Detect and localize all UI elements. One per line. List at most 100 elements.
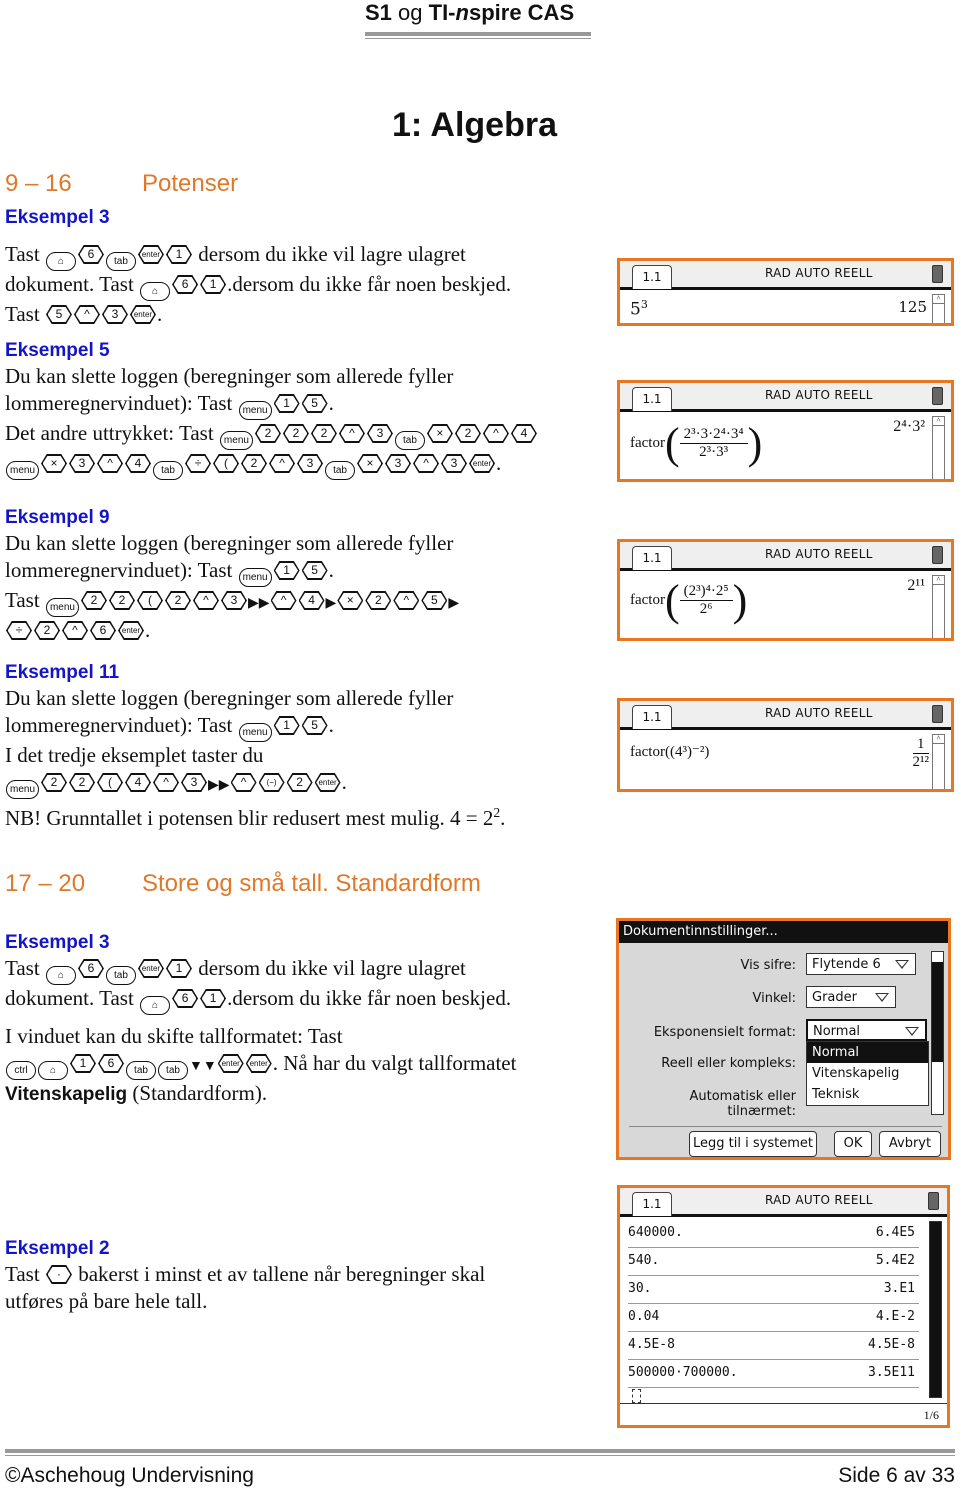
right-arrow-icon: ▶: [208, 778, 219, 793]
section-number: 17 – 20: [5, 870, 86, 897]
enter-key-icon: enter: [245, 1054, 272, 1073]
battery-icon: [932, 705, 943, 723]
key-3-icon: 3: [220, 591, 247, 610]
option-teknisk[interactable]: Teknisk: [807, 1084, 928, 1105]
text: I det tredje eksemplet taster du: [5, 743, 264, 767]
automatisk-label: Automatisk eller tilnærmet:: [689, 1089, 796, 1119]
page-tab[interactable]: 1.1: [632, 546, 672, 570]
history-row[interactable]: 30. 3.E1: [628, 1275, 919, 1304]
vinkel-select[interactable]: Grader: [806, 986, 896, 1008]
key-4-icon: 4: [510, 424, 537, 443]
power-key-icon: ^: [393, 591, 420, 610]
scrollbar[interactable]: ^: [932, 734, 945, 789]
key-6-icon: 6: [77, 245, 104, 264]
multiply-key-icon: ×: [426, 424, 453, 443]
example-heading: Eksempel 2: [5, 1238, 110, 1259]
mode-status: RAD AUTO REELL: [765, 706, 873, 720]
text: .: [500, 806, 506, 830]
chapter-title: 1: Algebra: [392, 106, 558, 144]
dialog-title: Dokumentinnstillinger...: [619, 921, 948, 943]
text: lommeregnervinduet): Tast: [5, 713, 233, 737]
eksponensielt-select[interactable]: Normal: [806, 1019, 927, 1041]
paragraph: Tast · bakerst i minst et av tallene når…: [5, 1261, 485, 1315]
entry-result: 1 2¹²: [912, 736, 930, 770]
history-result: 4.E-2: [875, 1309, 915, 1324]
text: .: [496, 451, 502, 475]
power-key-icon: ^: [192, 591, 219, 610]
key-5-icon: 5: [301, 716, 328, 735]
text: Du kan slette loggen (beregninger som al…: [5, 686, 454, 710]
history-row[interactable]: 540. 5.4E2: [628, 1247, 919, 1276]
calculator-screen: 1.1 RAD AUTO REELL 1/6 640000. 6.4E5 540. 5.…: [617, 1185, 950, 1428]
key-5-icon: 5: [301, 561, 328, 580]
calculator-screen: 1.1 RAD AUTO REELL factor((2³)⁴·2⁵ 2⁶) 2¹¹…: [617, 539, 954, 641]
entry-line-cursor[interactable]: [632, 1389, 641, 1403]
key-6-icon: 6: [90, 621, 116, 640]
text: Tast: [5, 1262, 40, 1286]
menu-key-icon: menu: [238, 568, 272, 587]
key-6-icon: 6: [172, 275, 199, 294]
header-ti: TI-: [428, 0, 456, 25]
key-2-icon: 2: [365, 591, 392, 610]
ok-button[interactable]: OK: [834, 1131, 872, 1157]
add-to-system-button[interactable]: Legg til i systemet: [689, 1131, 817, 1157]
page-tab[interactable]: 1.1: [632, 705, 672, 729]
power-key-icon: ^: [269, 454, 296, 473]
scrollbar[interactable]: [929, 1221, 942, 1398]
entry-input: factor(2³·3·2⁴·3⁴ 2³·3³): [630, 419, 763, 468]
section-number: 9 – 16: [5, 170, 72, 197]
page-tab[interactable]: 1.1: [632, 1192, 672, 1216]
history-row[interactable]: 640000. 6.4E5: [628, 1219, 919, 1248]
example-heading: Eksempel 3: [5, 207, 110, 228]
history-row[interactable]: 4.5E-8 4.5E-8: [628, 1331, 919, 1360]
vis-sifre-select[interactable]: Flytende 6: [806, 953, 916, 975]
text: NB! Grunntallet i potensen blir redusert…: [5, 806, 494, 830]
paragraph: Du kan slette loggen (beregninger som al…: [5, 685, 505, 832]
key-5-icon: 5: [301, 394, 328, 413]
key-2-icon: 2: [41, 773, 68, 792]
text: utføres på bare hele tall.: [5, 1289, 208, 1313]
page-tab[interactable]: 1.1: [632, 387, 672, 411]
copyright: ©Aschehoug Undervisning: [5, 1464, 254, 1487]
scrollbar[interactable]: [931, 951, 944, 1115]
page-indicator: 1/6: [620, 1403, 947, 1425]
tab-key-icon: tab: [158, 1061, 188, 1080]
scrollbar[interactable]: ^: [932, 294, 945, 323]
tab-key-icon: tab: [153, 461, 184, 480]
text: Tast: [5, 242, 40, 266]
entry-result: 2¹¹: [907, 577, 925, 594]
mode-status: RAD AUTO REELL: [765, 388, 873, 402]
page-tab[interactable]: 1.1: [632, 265, 672, 289]
vinkel-label: Vinkel:: [752, 991, 796, 1006]
cancel-button[interactable]: Avbryt: [879, 1131, 941, 1157]
option-vitenskapelig[interactable]: Vitenskapelig: [807, 1063, 928, 1084]
calculator-screen: 1.1 RAD AUTO REELL factor((4³)⁻²) 1 2¹² ^: [617, 698, 954, 792]
option-normal[interactable]: Normal: [807, 1042, 928, 1063]
running-header: S1 og TI-nspire CAS: [365, 0, 584, 26]
text: .: [328, 391, 334, 415]
vis-sifre-label: Vis sifre:: [740, 958, 796, 973]
key-3-icon: 3: [441, 454, 468, 473]
history-result: 4.5E-8: [868, 1337, 915, 1352]
key-3-icon: 3: [69, 454, 96, 473]
scrollbar[interactable]: ^: [932, 416, 945, 479]
history-input: 4.5E-8: [628, 1337, 675, 1352]
menu-key-icon: menu: [6, 461, 40, 480]
entry-input: 53: [630, 298, 648, 320]
scrollbar[interactable]: ^: [932, 575, 945, 638]
text: dersom du ikke vil lagre ulagret: [198, 242, 466, 266]
text: .: [145, 618, 151, 642]
enter-key-icon: enter: [217, 1054, 244, 1073]
menu-key-icon: menu: [6, 780, 40, 799]
history-row[interactable]: 0.04 4.E-2: [628, 1303, 919, 1332]
entry-input: factor((2³)⁴·2⁵ 2⁶): [630, 576, 748, 625]
history-row[interactable]: 500000·700000. 3.5E11: [628, 1359, 919, 1388]
power-key-icon: ^: [338, 424, 365, 443]
home-key-icon: ⌂: [38, 1061, 68, 1080]
text: Tast: [5, 956, 40, 980]
key-2-icon: 2: [241, 454, 268, 473]
example-heading: Eksempel 9: [5, 507, 110, 528]
home-key-icon: ⌂: [45, 966, 76, 985]
header-og: og: [391, 0, 429, 25]
history-input: 640000.: [628, 1225, 683, 1240]
